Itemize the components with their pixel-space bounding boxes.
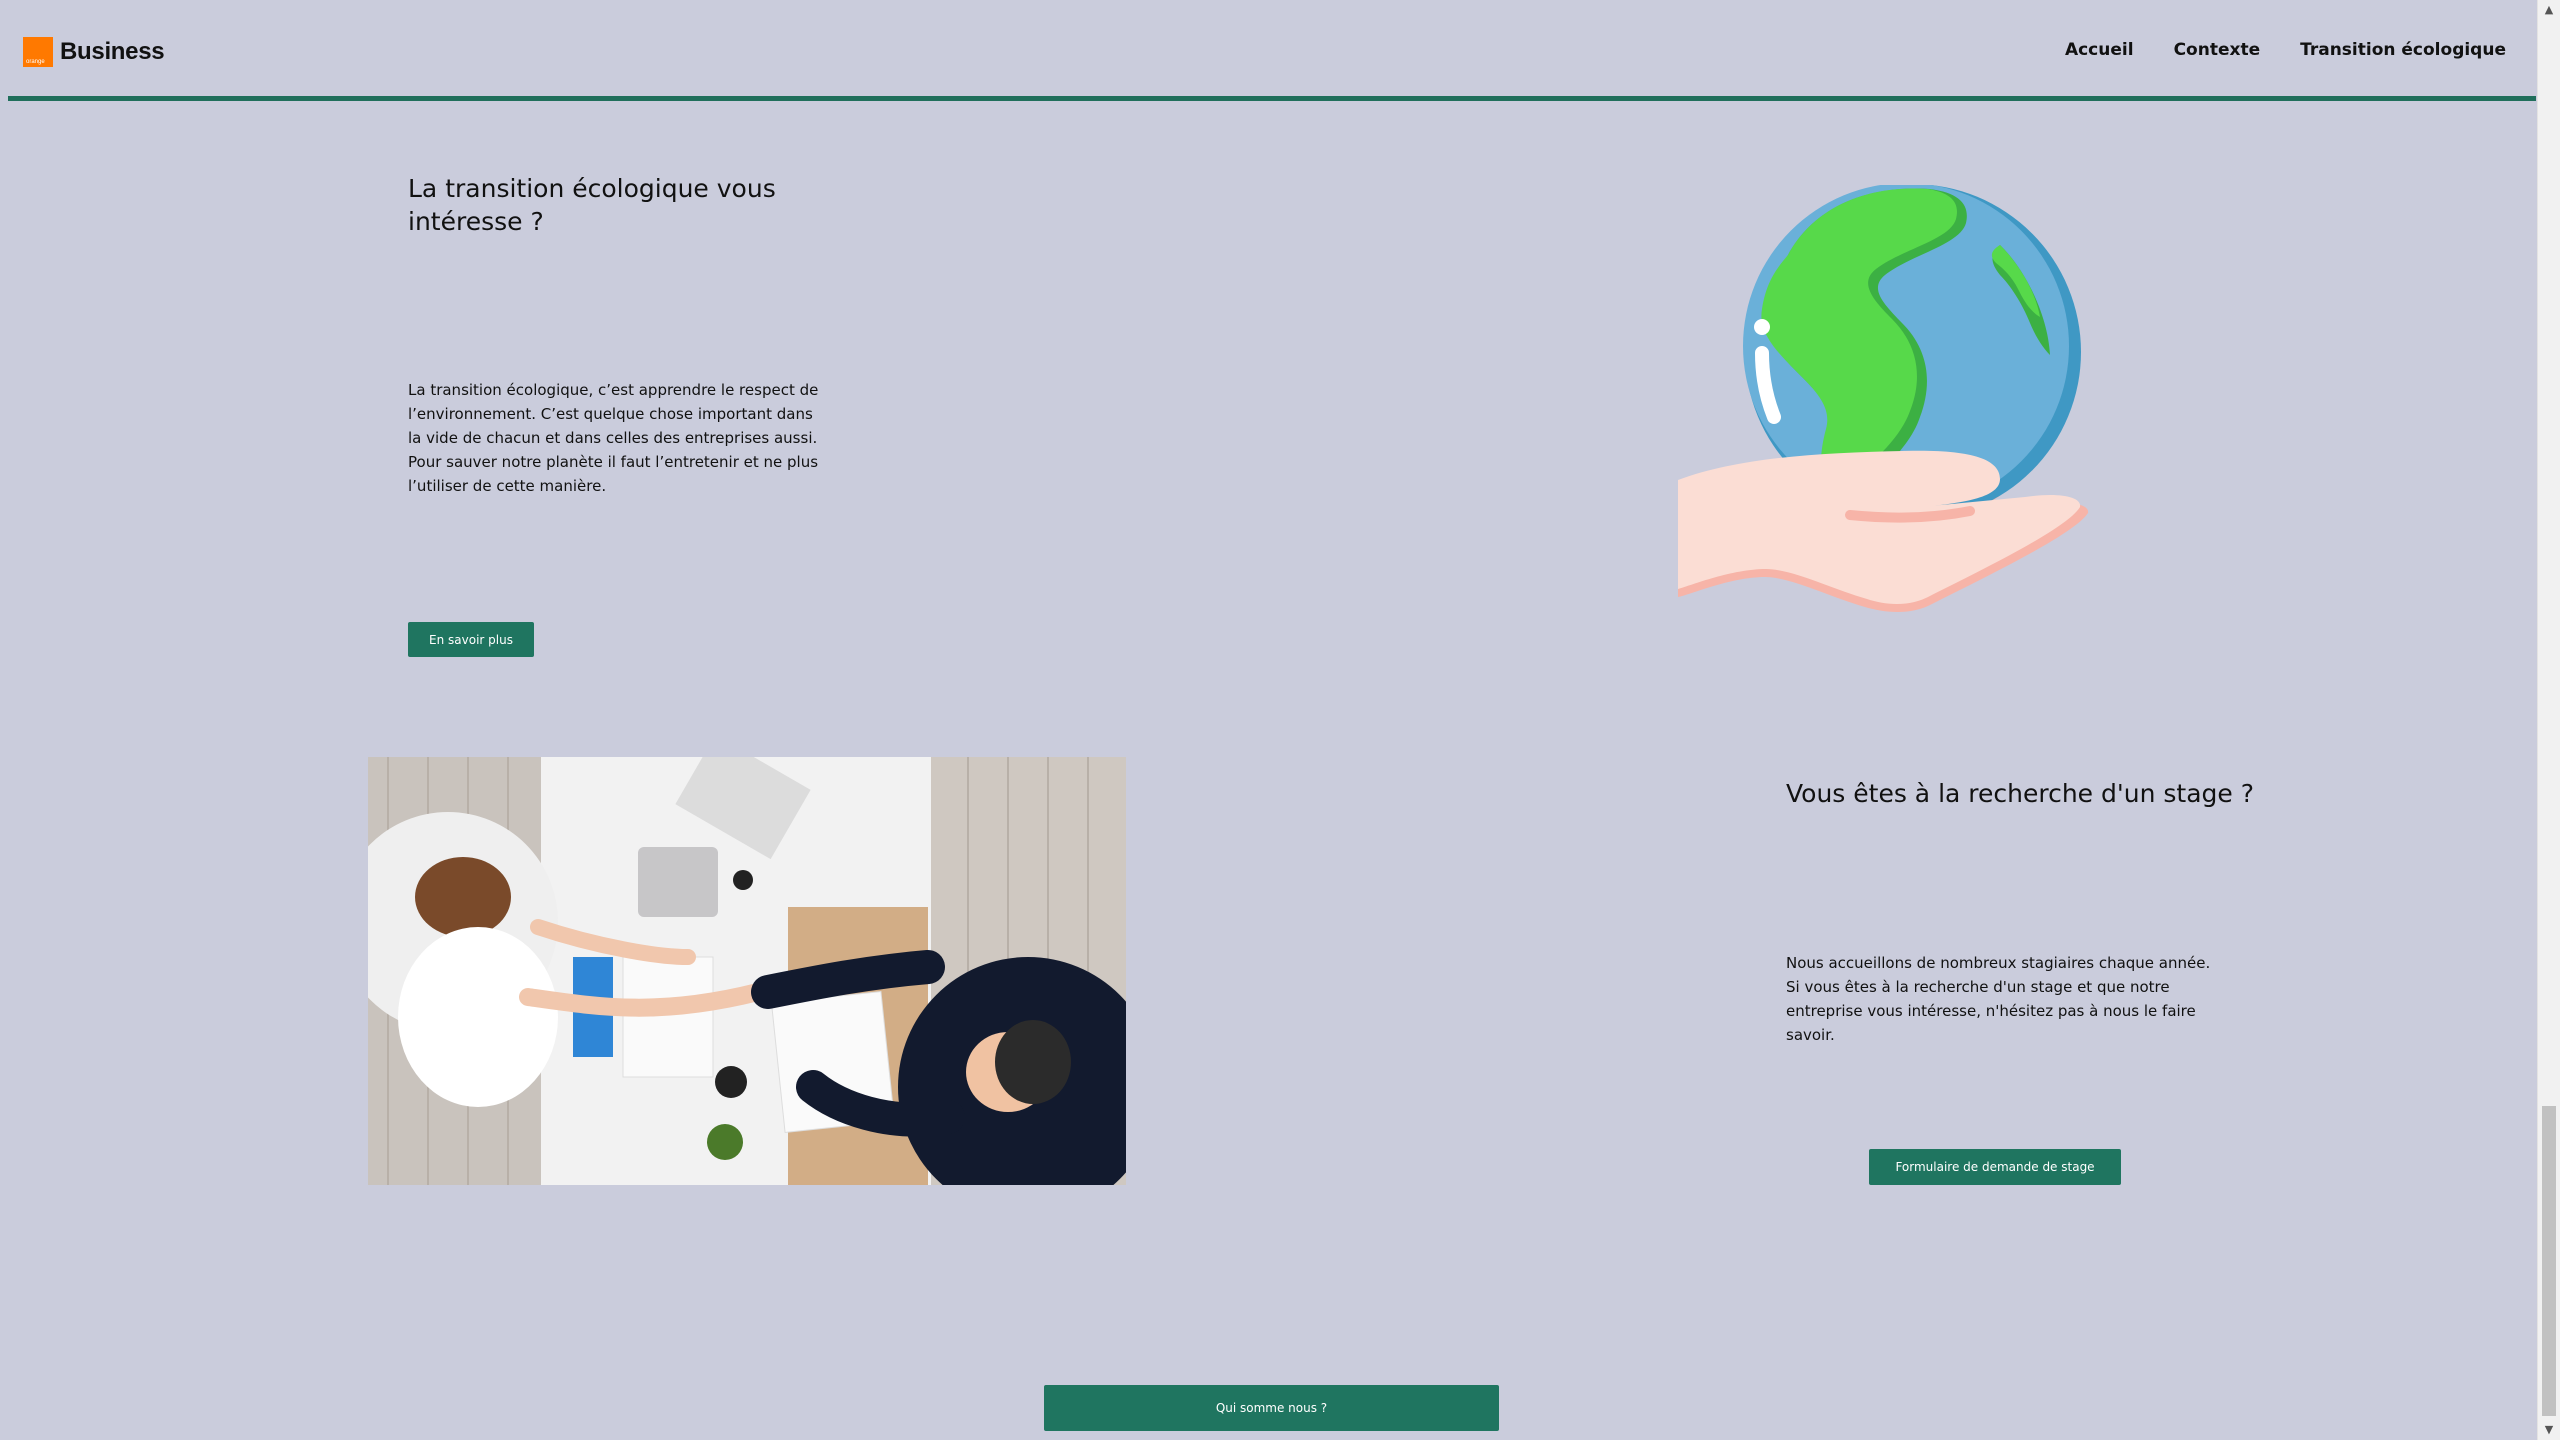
scrollbar-thumb[interactable] xyxy=(2542,1106,2556,1416)
nav-item-transition-ecologique[interactable]: Transition écologique xyxy=(2300,40,2506,60)
orange-logo-icon: orange xyxy=(23,37,53,67)
main-nav: Accueil Contexte Transition écologique xyxy=(2025,40,2536,60)
internship-form-button[interactable]: Formulaire de demande de stage xyxy=(1869,1149,2121,1185)
internship-text: Nous accueillons de nombreux stagiaires … xyxy=(1786,954,2211,1044)
logo-small-text: orange xyxy=(26,59,45,65)
nav-item-contexte[interactable]: Contexte xyxy=(2174,40,2261,60)
ecology-text: La transition écologique, c’est apprendr… xyxy=(408,381,819,495)
brand-name: Business xyxy=(60,38,165,65)
scroll-up-arrow-icon[interactable]: ▲ xyxy=(2543,4,2555,16)
ecology-title: La transition écologique vous intéresse … xyxy=(408,174,776,236)
learn-more-button[interactable]: En savoir plus xyxy=(408,622,534,657)
about-us-button[interactable]: Qui somme nous ? xyxy=(1044,1385,1499,1431)
brand[interactable]: orange Business xyxy=(23,37,165,67)
scroll-down-arrow-icon[interactable]: ▼ xyxy=(2543,1424,2555,1436)
site-header: orange Business Accueil Contexte Transit… xyxy=(0,0,2536,102)
globe-in-hand-illustration xyxy=(1678,185,2089,612)
handshake-photo xyxy=(368,757,1126,1185)
header-divider xyxy=(8,96,2536,101)
internship-title: Vous êtes à la recherche d'un stage ? xyxy=(1786,779,2255,808)
nav-item-accueil[interactable]: Accueil xyxy=(2065,40,2134,60)
vertical-scrollbar[interactable]: ▲ ▼ xyxy=(2537,0,2560,1440)
